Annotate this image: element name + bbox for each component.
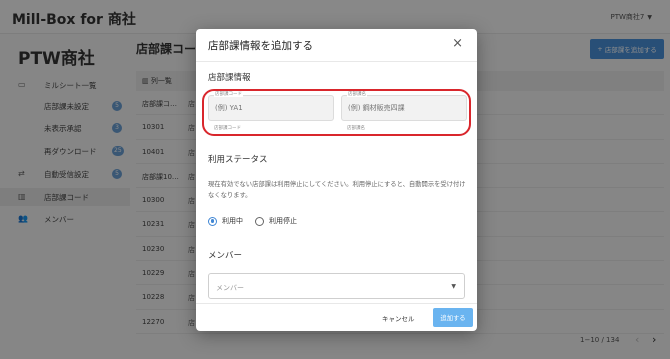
section-title-member: メンバー	[208, 251, 243, 261]
radio-label[interactable]: 利用中	[222, 216, 243, 226]
status-radio-group: 利用中 利用停止	[208, 216, 309, 226]
section-title-info: 店部課情報	[208, 73, 251, 83]
radio-label[interactable]: 利用停止	[269, 216, 297, 226]
member-select[interactable]: メンバー ▼	[208, 273, 465, 299]
section-title-status: 利用ステータス	[208, 155, 268, 165]
divider	[196, 61, 477, 62]
close-icon[interactable]: ×	[452, 36, 463, 51]
radio-suspended[interactable]	[255, 216, 264, 226]
chevron-down-icon: ▼	[451, 283, 456, 290]
dialog-title: 店部課情報を追加する	[208, 40, 313, 52]
cancel-button[interactable]: キャンセル	[382, 313, 415, 323]
add-department-dialog: 店部課情報を追加する × 店部課情報 店部課コード 店部課コード 店部課名 店部…	[196, 29, 477, 331]
submit-button[interactable]: 追加する	[433, 308, 473, 327]
status-description: 現在有効でない店部課は利用停止にしてください。利用停止にすると、自動開示を受け付…	[208, 181, 466, 199]
highlight-annotation	[202, 89, 471, 136]
radio-active[interactable]	[208, 216, 217, 226]
divider	[196, 303, 477, 304]
select-placeholder: メンバー	[216, 284, 244, 292]
